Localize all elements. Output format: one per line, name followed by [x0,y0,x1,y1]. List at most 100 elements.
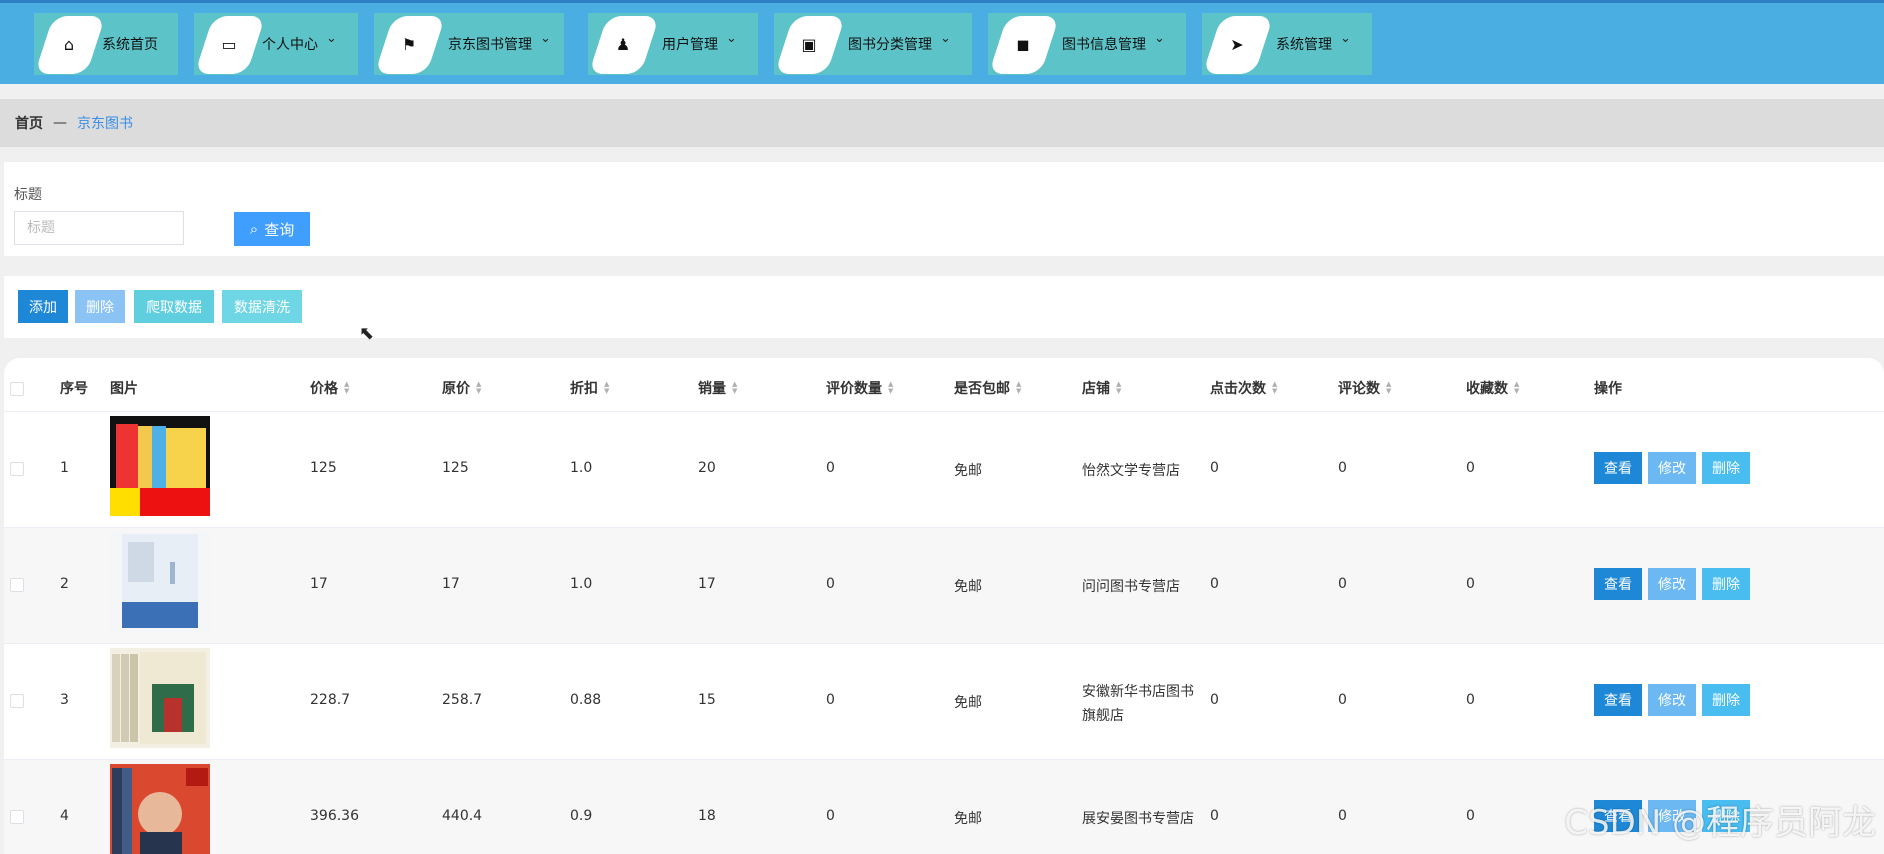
breadcrumb-home[interactable]: 首页 [15,113,43,133]
cell-comments: 0 [1338,808,1347,824]
delete-button[interactable]: 删除 [1702,568,1750,600]
add-button[interactable]: 添加 [18,290,68,323]
table-row: 3 228.7 258.7 0.88 15 0 免邮 安徽新华书店图书旗舰店 0… [4,644,1884,760]
nav-item-home[interactable]: ⌂ 系统首页 [34,13,178,75]
nav-item-profile[interactable]: ▭ 个人中心 ⌄ [194,13,358,75]
row-checkbox[interactable] [10,810,24,824]
title-search-input[interactable] [14,211,184,245]
cell-review-count: 0 [826,808,835,824]
table-header: 序号 图片 价格 ▲ ▼ 原价 ▲ ▼ 折扣 ▲ ▼ 销量 ▲ ▼ 评价数量 ▲ ▼ 是否包邮 ▲ ▼ … [4,358,1884,412]
sort-icon: ▲ ▼ [1116,380,1122,395]
cell-price: 396.36 [310,808,359,824]
chevron-down-icon: ⌄ [326,31,337,46]
mouse-cursor-icon: ⬉ [359,323,375,344]
breadcrumb: 首页 — 京东图书 [0,99,1884,147]
edit-button[interactable]: 修改 [1648,684,1696,716]
sort-icon: ▲ ▼ [1386,380,1392,395]
chevron-down-icon: ⌄ [726,31,737,46]
nav-label: 系统管理 [1276,37,1332,53]
view-button[interactable]: 查看 [1594,452,1642,484]
delete-button[interactable]: 删除 [1702,452,1750,484]
nav-item-users[interactable]: ♟ 用户管理 ⌄ [588,13,758,75]
header-discount[interactable]: 折扣 ▲ ▼ [570,378,609,398]
cell-sales: 18 [698,808,716,824]
search-label: 标题 [14,187,42,203]
header-clicks[interactable]: 点击次数 ▲ ▼ [1210,378,1277,398]
cell-free-shipping: 免邮 [954,811,982,827]
book-cover-image[interactable] [110,532,210,632]
row-checkbox[interactable] [10,578,24,592]
sort-icon: ▲ ▼ [476,380,482,395]
breadcrumb-current: 京东图书 [77,116,133,132]
row-checkbox[interactable] [10,694,24,708]
header-shop[interactable]: 店铺 ▲ ▼ [1082,378,1121,398]
header-price[interactable]: 价格 ▲ ▼ [310,378,349,398]
header-comments[interactable]: 评论数 ▲ ▼ [1338,378,1391,398]
header-favorites[interactable]: 收藏数 ▲ ▼ [1466,378,1519,398]
cell-index: 3 [60,692,69,708]
row-checkbox[interactable] [10,462,24,476]
header-index: 序号 [60,381,88,397]
clipboard-icon: ▣ [801,34,817,54]
cell-price: 17 [310,576,328,592]
search-icon: ⌕ [249,220,259,238]
cell-shop: 问问图书专营店 [1082,579,1180,595]
cell-original-price: 17 [442,576,460,592]
sort-icon: ▲ ▼ [888,380,894,395]
chevron-down-icon: ⌄ [1154,31,1165,46]
crawl-data-button[interactable]: 爬取数据 [134,290,214,323]
header-original-price[interactable]: 原价 ▲ ▼ [442,378,481,398]
header-actions: 操作 [1594,381,1622,397]
cell-sales: 17 [698,576,716,592]
cell-clicks: 0 [1210,576,1219,592]
select-all-checkbox[interactable] [10,382,24,396]
cell-original-price: 125 [442,460,469,476]
data-clean-button[interactable]: 数据清洗 [222,290,302,323]
cell-free-shipping: 免邮 [954,579,982,595]
cell-favorites: 0 [1466,576,1475,592]
search-panel: 标题 ⌕ 查询 [4,162,1884,256]
stamp-icon: ♟ [615,34,631,54]
book-cover-image[interactable] [110,648,210,748]
chevron-down-icon: ⌄ [540,31,551,46]
sort-icon: ▲ ▼ [1514,380,1520,395]
cell-clicks: 0 [1210,808,1219,824]
book-cover-image[interactable] [110,416,210,516]
edit-button[interactable]: 修改 [1648,568,1696,600]
cell-discount: 0.9 [570,808,593,824]
delete-button[interactable]: 删除 [1702,684,1750,716]
cell-sales: 15 [698,692,716,708]
flag-icon: ⚑ [401,34,417,54]
table-row: 2 17 17 1.0 17 0 免邮 问问图书专营店 0 0 0 查看 修改 … [4,528,1884,644]
cell-original-price: 440.4 [442,808,483,824]
book-cover-image[interactable] [110,764,210,854]
chevron-down-icon: ⌄ [940,31,951,46]
header-free-shipping[interactable]: 是否包邮 ▲ ▼ [954,378,1021,398]
cell-favorites: 0 [1466,808,1475,824]
cell-discount: 1.0 [570,576,593,592]
nav-item-book-info[interactable]: ◼ 图书信息管理 ⌄ [988,13,1186,75]
header-review-count[interactable]: 评价数量 ▲ ▼ [826,378,893,398]
cell-comments: 0 [1338,460,1347,476]
sort-icon: ▲ ▼ [1016,380,1022,395]
cell-free-shipping: 免邮 [954,695,982,711]
search-button[interactable]: ⌕ 查询 [234,212,310,246]
nav-item-system[interactable]: ➤ 系统管理 ⌄ [1202,13,1372,75]
nav-item-book-category[interactable]: ▣ 图书分类管理 ⌄ [774,13,972,75]
batch-delete-button[interactable]: 删除 [75,290,125,323]
cell-favorites: 0 [1466,692,1475,708]
cell-index: 1 [60,460,69,476]
table-row: 1 125 125 1.0 20 0 免邮 怡然文学专营店 0 0 0 查看 修… [4,412,1884,528]
nav-item-jd-books[interactable]: ⚑ 京东图书管理 ⌄ [374,13,564,75]
cell-index: 2 [60,576,69,592]
edit-button[interactable]: 修改 [1648,452,1696,484]
cell-comments: 0 [1338,692,1347,708]
nav-label: 图书分类管理 [848,37,932,53]
nav-label: 京东图书管理 [448,37,532,53]
view-button[interactable]: 查看 [1594,568,1642,600]
sort-icon: ▲ ▼ [732,380,738,395]
header-sales[interactable]: 销量 ▲ ▼ [698,378,737,398]
view-button[interactable]: 查看 [1594,684,1642,716]
nav-label: 图书信息管理 [1062,37,1146,53]
cell-free-shipping: 免邮 [954,463,982,479]
